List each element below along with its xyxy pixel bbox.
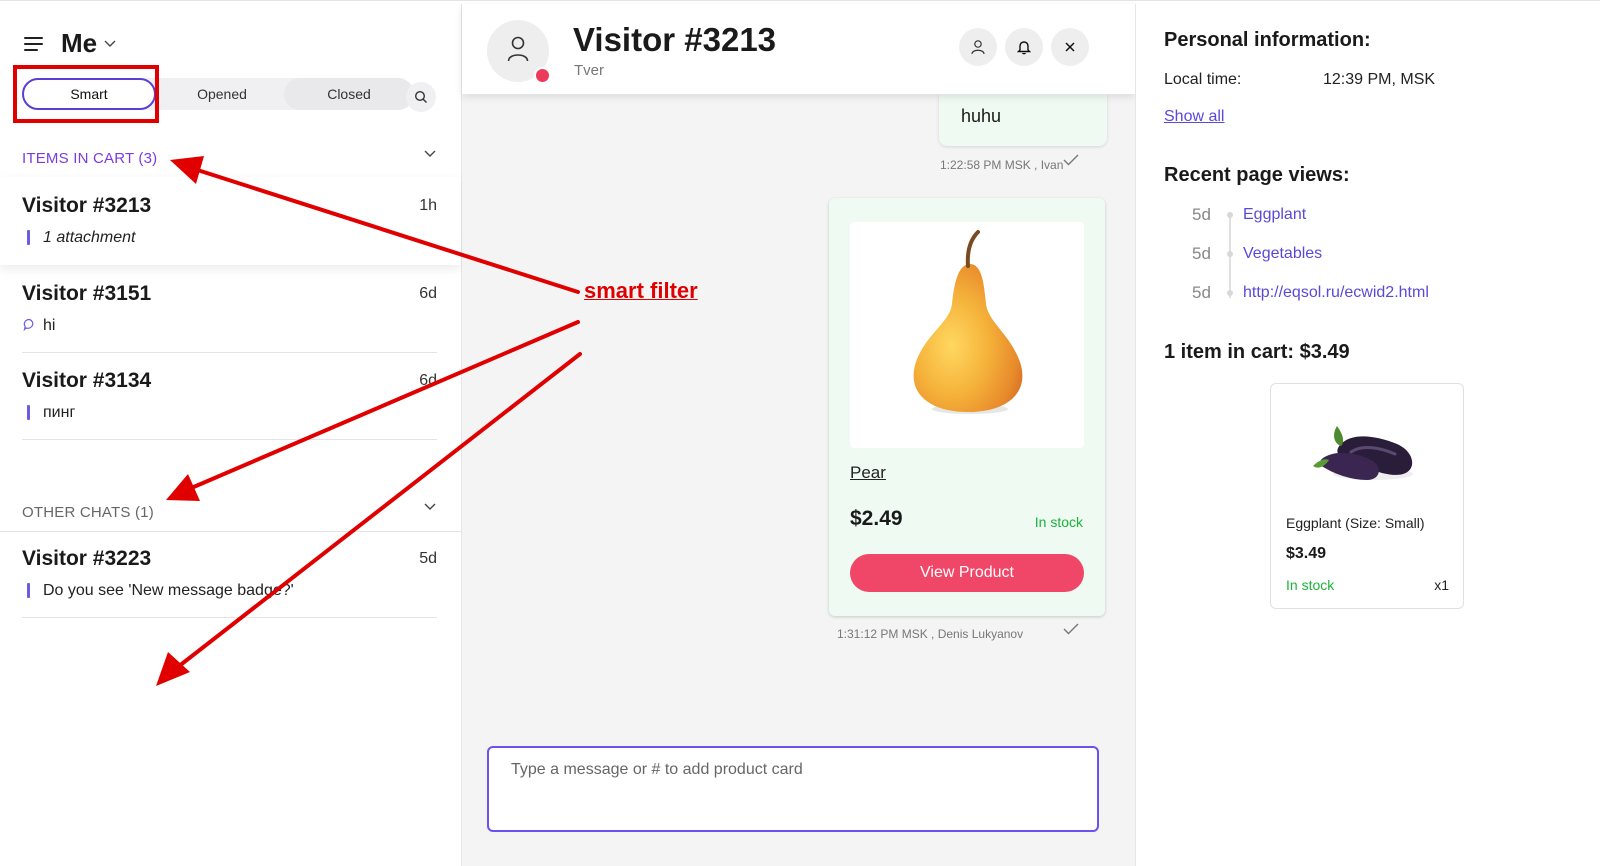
cart-item-name: Eggplant (Size: Small) — [1286, 515, 1425, 531]
eggplant-image — [1313, 426, 1413, 480]
message-indicator-bar — [27, 230, 30, 245]
visitor-location: Tver — [574, 62, 604, 79]
check-icon — [1063, 623, 1079, 635]
visitor-avatar[interactable] — [487, 20, 551, 84]
local-time-label: Local time: — [1164, 71, 1242, 88]
message-meta: 1:22:58 PM MSK , Ivan — [940, 158, 1064, 172]
menu-icon[interactable] — [24, 37, 43, 51]
cart-heading: 1 item in cart: $3.49 — [1164, 341, 1350, 363]
chat-time: 6d — [419, 372, 437, 389]
cart-item-stock: In stock — [1286, 577, 1335, 593]
tab-closed[interactable]: Closed — [284, 78, 414, 110]
chat-preview: пинг — [43, 404, 76, 421]
message-meta: 1:31:12 PM MSK , Denis Lukyanov — [837, 627, 1024, 641]
chevron-down-icon[interactable] — [424, 150, 436, 158]
status-dot — [534, 67, 551, 84]
check-icon — [1063, 154, 1079, 166]
product-price: $2.49 — [850, 507, 903, 530]
chat-panel: huhu 1:22:58 PM MSK , Ivan Pear $2.49 In… — [462, 4, 1135, 866]
page-views-heading: Recent page views: — [1164, 164, 1350, 186]
chat-visitor-name: Visitor #3213 — [22, 194, 152, 217]
product-name-link[interactable]: Pear — [850, 463, 886, 483]
message-text: huhu — [961, 106, 1002, 126]
view-product-button[interactable]: View Product — [850, 554, 1084, 592]
chat-time: 5d — [419, 550, 437, 567]
product-image[interactable] — [850, 222, 1084, 448]
chat-preview: hi — [43, 317, 56, 334]
product-card: Pear $2.49 In stock View Product — [829, 198, 1105, 616]
message-input[interactable] — [509, 760, 1073, 780]
message-indicator-bar — [27, 405, 30, 420]
page-view-age: 5d — [1192, 283, 1211, 302]
chat-list-item[interactable]: Visitor #3134 6d пинг — [0, 352, 461, 440]
chat-list-item[interactable]: Visitor #3151 6d hi — [0, 265, 461, 353]
close-icon — [1065, 42, 1075, 52]
message-bubble: huhu — [939, 94, 1107, 146]
timeline-dot — [1227, 290, 1233, 296]
cart-item-price: $3.49 — [1286, 545, 1327, 562]
chat-header: Visitor #3213 Tver — [462, 4, 1135, 94]
divider — [22, 617, 437, 618]
chat-preview: Do you see 'New message badge?' — [43, 582, 294, 599]
search-icon — [414, 90, 427, 103]
message-composer[interactable] — [487, 746, 1099, 832]
bell-icon — [1016, 41, 1032, 55]
search-button[interactable] — [406, 82, 436, 112]
message-indicator-bar — [27, 583, 30, 598]
page-view-link[interactable]: http://eqsol.ru/ecwid2.html — [1243, 284, 1429, 302]
chat-title: Visitor #3213 — [573, 21, 777, 58]
product-stock-status: In stock — [1034, 514, 1083, 530]
show-all-link[interactable]: Show all — [1164, 108, 1224, 126]
chat-time: 6d — [419, 285, 437, 302]
chat-list-item[interactable]: Visitor #3213 1h 1 attachment — [0, 177, 461, 265]
timeline-dot — [1227, 251, 1233, 257]
personal-info-heading: Personal information: — [1164, 29, 1371, 51]
speech-bubble-icon — [23, 318, 34, 331]
chat-visitor-name: Visitor #3223 — [22, 547, 152, 570]
chat-preview: 1 attachment — [43, 229, 136, 246]
local-time-value: 12:39 PM, MSK — [1323, 71, 1436, 88]
user-switcher-label[interactable]: Me — [61, 28, 97, 59]
chat-visitor-name: Visitor #3134 — [22, 369, 152, 392]
page-view-age: 5d — [1192, 244, 1211, 263]
chat-list-item[interactable]: Visitor #3223 5d Do you see 'New message… — [0, 530, 461, 618]
assign-user-button[interactable] — [959, 28, 997, 66]
chat-list-panel: Me Opened Closed Smart ITEMS IN CART (3)… — [0, 4, 462, 866]
page-view-age: 5d — [1192, 205, 1211, 224]
pear-image — [913, 230, 1023, 414]
user-icon — [971, 40, 985, 55]
tab-opened[interactable]: Opened — [162, 78, 282, 110]
section-other-chats[interactable]: OTHER CHATS (1) — [22, 504, 154, 521]
page-view-link[interactable]: Eggplant — [1243, 206, 1306, 224]
section-items-in-cart[interactable]: ITEMS IN CART (3) — [22, 150, 157, 167]
cart-item-quantity: x1 — [1434, 577, 1449, 593]
page-view-link[interactable]: Vegetables — [1243, 245, 1322, 263]
annotation-highlight-box — [13, 65, 159, 123]
notifications-button[interactable] — [1005, 28, 1043, 66]
visitor-info-panel: Personal information: Local time: 12:39 … — [1135, 4, 1600, 866]
user-icon — [507, 36, 529, 62]
annotation-label: smart filter — [584, 278, 698, 303]
chat-time: 1h — [419, 197, 437, 214]
cart-item-card[interactable]: Eggplant (Size: Small) $3.49 In stock x1 — [1270, 383, 1464, 609]
close-chat-button[interactable] — [1051, 28, 1089, 66]
chat-visitor-name: Visitor #3151 — [22, 282, 152, 305]
chevron-down-icon[interactable] — [424, 503, 436, 511]
chevron-down-icon[interactable] — [104, 40, 116, 48]
timeline-dot — [1227, 212, 1233, 218]
divider — [22, 439, 437, 440]
